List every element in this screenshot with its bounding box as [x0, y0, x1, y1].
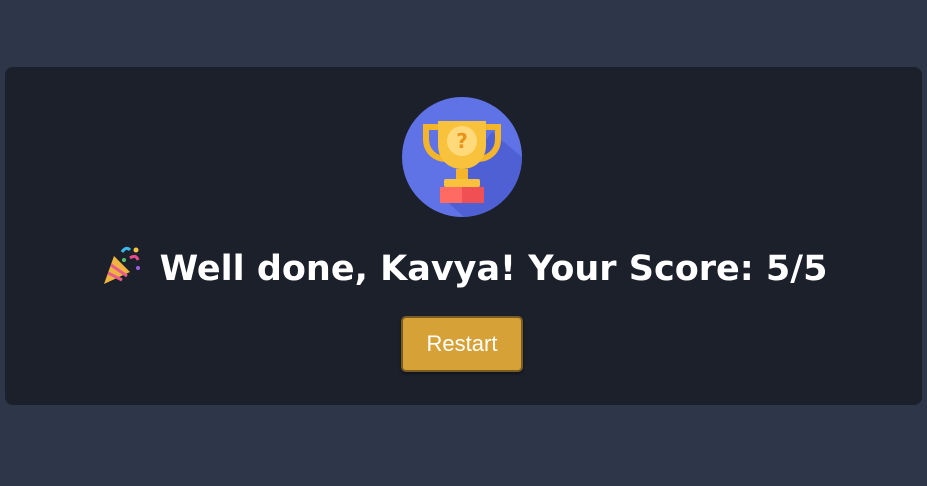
- trophy-icon: ?: [402, 97, 522, 217]
- result-card: ? Well done, Kavya! Your Score: 5/5 Rest…: [5, 67, 922, 405]
- restart-button[interactable]: Restart: [401, 316, 523, 372]
- party-popper-icon: [103, 246, 140, 284]
- score-message: Well done, Kavya! Your Score: 5/5: [159, 249, 828, 289]
- svg-text:?: ?: [456, 129, 468, 153]
- score-message-row: Well done, Kavya! Your Score: 5/5: [5, 243, 922, 295]
